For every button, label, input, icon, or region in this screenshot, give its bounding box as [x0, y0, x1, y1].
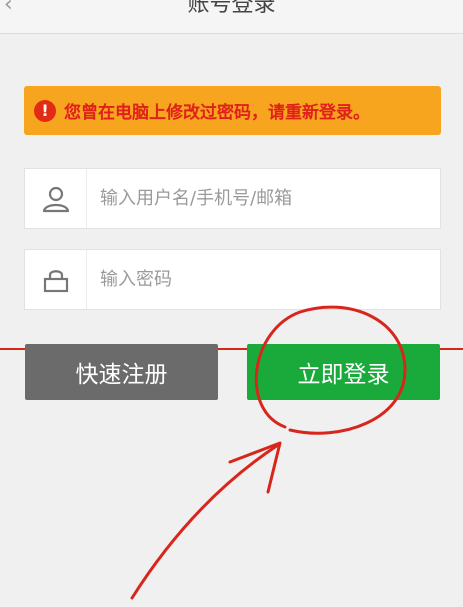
annotation-arrow-shaft [130, 443, 280, 600]
username-input[interactable] [88, 169, 438, 228]
annotation-arrow-head [228, 441, 282, 494]
password-field[interactable] [24, 249, 441, 310]
lock-icon [25, 250, 87, 309]
warning-text: 您曾在电脑上修改过密码，请重新登录。 [64, 103, 370, 123]
page-title: 账号登录 [187, 0, 276, 17]
register-button[interactable]: 快速注册 [25, 344, 218, 400]
header-bar: ‹ 账号登录 [0, 0, 463, 34]
user-icon [25, 169, 87, 228]
username-field[interactable] [24, 168, 441, 229]
exclamation-icon: ! [34, 99, 56, 122]
warning-banner: ! 您曾在电脑上修改过密码，请重新登录。 [24, 86, 441, 135]
login-button[interactable]: 立即登录 [247, 344, 440, 400]
password-input[interactable] [88, 250, 438, 309]
